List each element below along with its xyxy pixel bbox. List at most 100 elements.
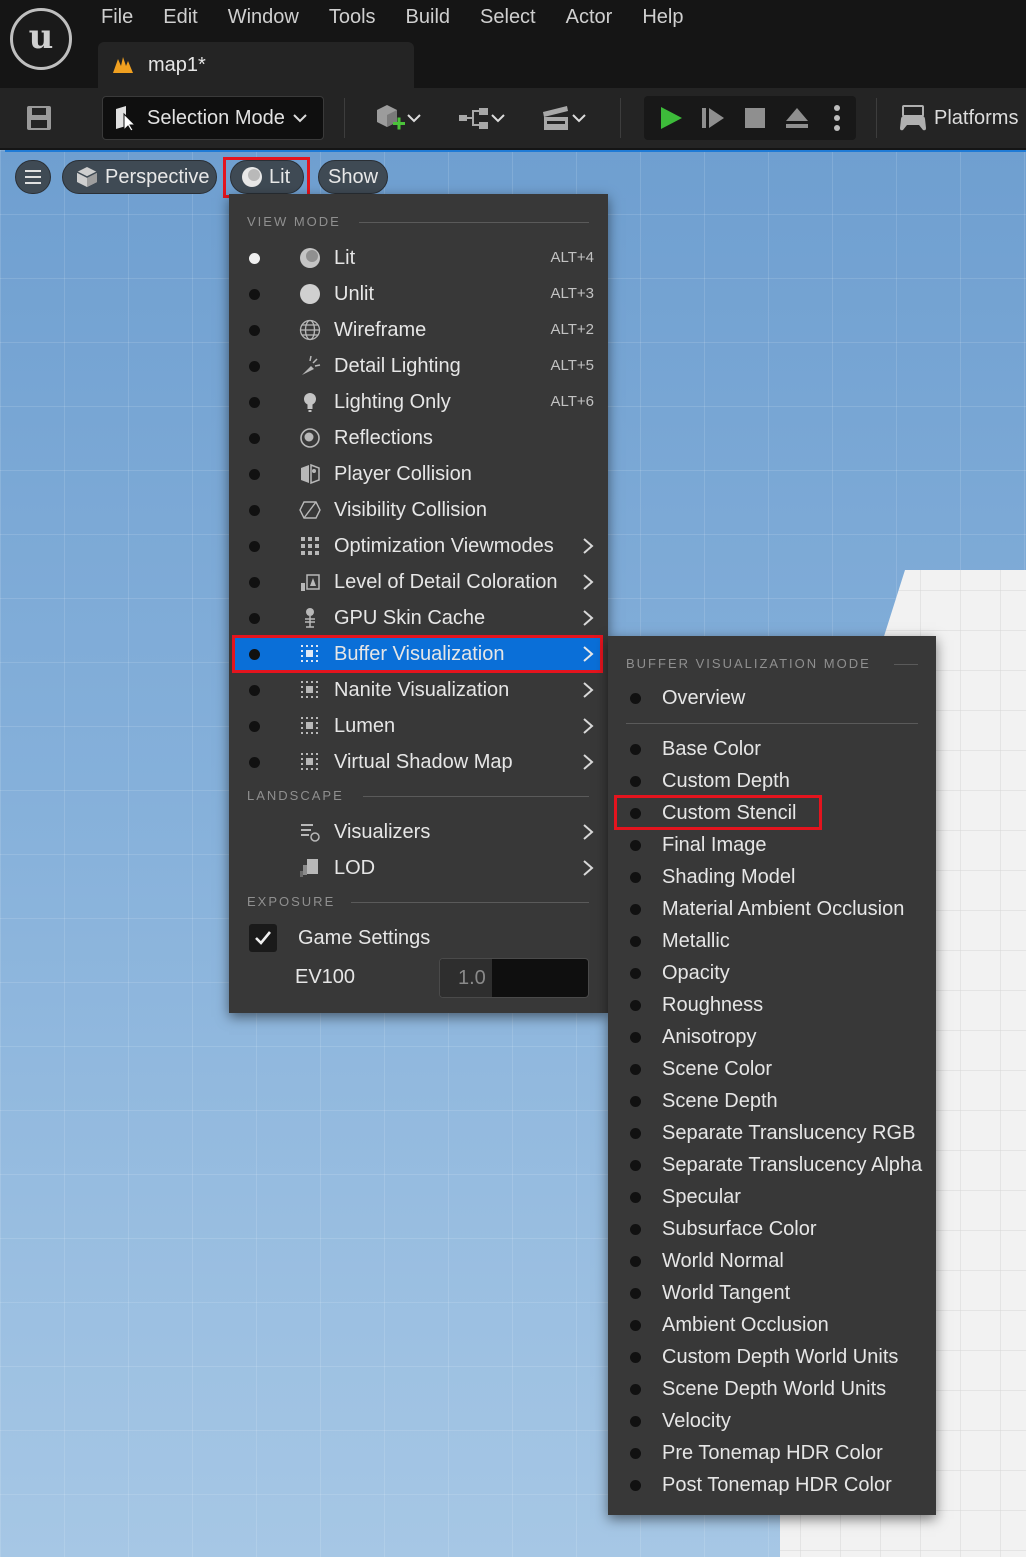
buffer-mode-specular[interactable]: Specular xyxy=(612,1181,932,1213)
level-icon xyxy=(113,57,133,73)
view-mode-detail-lighting[interactable]: Detail Lighting ALT+5 xyxy=(233,348,603,384)
menu-item-label: Scene Depth World Units xyxy=(662,1378,887,1400)
view-mode-unlit[interactable]: Unlit ALT+3 xyxy=(233,276,603,312)
menu-actor[interactable]: Actor xyxy=(551,0,628,36)
buffer-overview[interactable]: Overview xyxy=(612,682,932,714)
advance-frame-button[interactable] xyxy=(692,96,734,140)
buffer-visualization-submenu: BUFFER VISUALIZATION MODE Overview Base … xyxy=(608,636,936,1515)
buffer-mode-ambient-occlusion[interactable]: Ambient Occlusion xyxy=(612,1309,932,1341)
cinematics-button[interactable] xyxy=(532,96,594,140)
menu-item-label: Wireframe xyxy=(334,319,427,341)
view-mode-lumen[interactable]: Lumen xyxy=(233,708,603,744)
buffer-mode-roughness[interactable]: Roughness xyxy=(612,989,932,1021)
buffer-mode-pre-tonemap-hdr-color[interactable]: Pre Tonemap HDR Color xyxy=(612,1437,932,1469)
view-mode-lod-coloration[interactable]: Level of Detail Coloration xyxy=(233,564,603,600)
view-mode-label: Lit xyxy=(269,165,291,188)
view-mode-button[interactable]: Lit xyxy=(230,160,304,194)
view-mode-reflections[interactable]: Reflections xyxy=(233,420,603,456)
menu-tools[interactable]: Tools xyxy=(314,0,391,36)
radio-icon xyxy=(630,1480,641,1491)
menu-item-label: Subsurface Color xyxy=(662,1218,817,1240)
lod-icon xyxy=(300,859,318,877)
buffer-mode-custom-depth-world-units[interactable]: Custom Depth World Units xyxy=(612,1341,932,1373)
view-mode-optimization-viewmodes[interactable]: Optimization Viewmodes xyxy=(233,528,603,564)
menu-help[interactable]: Help xyxy=(627,0,698,36)
menu-select[interactable]: Select xyxy=(465,0,551,36)
buffer-mode-separate-translucency-rgb[interactable]: Separate Translucency RGB xyxy=(612,1117,932,1149)
document-tab[interactable]: map1* xyxy=(98,42,414,88)
radio-icon xyxy=(630,936,641,947)
buffer-mode-final-image[interactable]: Final Image xyxy=(612,829,932,861)
buffer-mode-subsurface-color[interactable]: Subsurface Color xyxy=(612,1213,932,1245)
view-mode-wireframe[interactable]: Wireframe ALT+2 xyxy=(233,312,603,348)
view-mode-player-collision[interactable]: Player Collision xyxy=(233,456,603,492)
advance-frame-icon xyxy=(702,108,724,128)
stop-button[interactable] xyxy=(734,96,776,140)
show-button[interactable]: Show xyxy=(318,160,388,194)
lod-coloration-icon xyxy=(301,574,320,591)
view-mode-gpu-skin-cache[interactable]: GPU Skin Cache xyxy=(233,600,603,636)
view-mode-lit[interactable]: Lit ALT+4 xyxy=(233,240,603,276)
radio-icon xyxy=(630,1384,641,1395)
menu-edit[interactable]: Edit xyxy=(148,0,212,36)
checkmark-icon xyxy=(255,931,272,945)
menu-item-label: GPU Skin Cache xyxy=(334,607,486,629)
buffer-mode-metallic[interactable]: Metallic xyxy=(612,925,932,957)
buffer-mode-scene-depth-world-units[interactable]: Scene Depth World Units xyxy=(612,1373,932,1405)
selection-mode-dropdown[interactable]: Selection Mode xyxy=(102,96,324,140)
blueprints-button[interactable] xyxy=(450,96,512,140)
menu-item-label: Scene Color xyxy=(662,1058,773,1080)
view-mode-buffer-visualization[interactable]: Buffer Visualization xyxy=(233,636,603,672)
landscape-lod[interactable]: LOD xyxy=(233,850,603,886)
menu-item-label: Metallic xyxy=(662,930,730,952)
buffer-mode-separate-translucency-alpha[interactable]: Separate Translucency Alpha xyxy=(612,1149,932,1181)
view-mode-nanite-visualization[interactable]: Nanite Visualization xyxy=(233,672,603,708)
view-mode-virtual-shadow-map[interactable]: Virtual Shadow Map xyxy=(233,744,603,780)
chevron-right-icon xyxy=(583,646,594,662)
buffer-mode-custom-stencil[interactable]: Custom Stencil xyxy=(612,797,932,829)
menu-item-label: Lit xyxy=(334,247,356,269)
buffer-mode-anisotropy[interactable]: Anisotropy xyxy=(612,1021,932,1053)
play-button[interactable] xyxy=(650,96,692,140)
buffer-mode-world-normal[interactable]: World Normal xyxy=(612,1245,932,1277)
more-options-button[interactable] xyxy=(818,96,856,140)
landscape-visualizers[interactable]: Visualizers xyxy=(233,814,603,850)
buffer-mode-material-ambient-occlusion[interactable]: Material Ambient Occlusion xyxy=(612,893,932,925)
platforms-button[interactable]: Platforms xyxy=(898,96,1026,140)
view-mode-visibility-collision[interactable]: Visibility Collision xyxy=(233,492,603,528)
menu-window[interactable]: Window xyxy=(213,0,314,36)
chevron-right-icon xyxy=(583,682,594,698)
visibility-collision-icon xyxy=(299,501,321,519)
menu-item-label: Optimization Viewmodes xyxy=(334,535,554,557)
menu-item-label: Final Image xyxy=(662,834,767,856)
menu-item-label: Specular xyxy=(662,1186,741,1208)
buffer-mode-custom-depth[interactable]: Custom Depth xyxy=(612,765,932,797)
buffer-mode-opacity[interactable]: Opacity xyxy=(612,957,932,989)
menu-build[interactable]: Build xyxy=(391,0,465,36)
buffer-mode-scene-color[interactable]: Scene Color xyxy=(612,1053,932,1085)
menu-file[interactable]: File xyxy=(86,0,148,36)
save-button[interactable] xyxy=(16,96,62,140)
buffer-mode-shading-model[interactable]: Shading Model xyxy=(612,861,932,893)
radio-icon xyxy=(630,968,641,979)
view-mode-lighting-only[interactable]: Lighting Only ALT+6 xyxy=(233,384,603,420)
game-settings-checkbox[interactable] xyxy=(249,924,277,952)
add-actor-button[interactable] xyxy=(366,96,428,140)
radio-icon xyxy=(630,904,641,915)
viewport-options-button[interactable] xyxy=(15,160,51,194)
menu-item-label: Roughness xyxy=(662,994,764,1016)
buffer-mode-velocity[interactable]: Velocity xyxy=(612,1405,932,1437)
ev100-spinbox[interactable]: 1.0 xyxy=(439,958,589,998)
buffer-mode-post-tonemap-hdr-color[interactable]: Post Tonemap HDR Color xyxy=(612,1469,932,1501)
radio-icon xyxy=(630,872,641,883)
eject-button[interactable] xyxy=(776,96,818,140)
buffer-mode-base-color[interactable]: Base Color xyxy=(612,733,932,765)
unreal-logo-icon[interactable]: u xyxy=(10,8,72,70)
chevron-right-icon xyxy=(583,754,594,770)
view-mode-menu: VIEW MODE Lit ALT+4 Unlit ALT+3 Wirefram… xyxy=(229,194,608,1013)
perspective-button[interactable]: Perspective xyxy=(62,160,217,194)
buffer-mode-world-tangent[interactable]: World Tangent xyxy=(612,1277,932,1309)
section-divider xyxy=(359,222,589,223)
main-menu: File Edit Window Tools Build Select Acto… xyxy=(86,0,698,36)
buffer-mode-scene-depth[interactable]: Scene Depth xyxy=(612,1085,932,1117)
